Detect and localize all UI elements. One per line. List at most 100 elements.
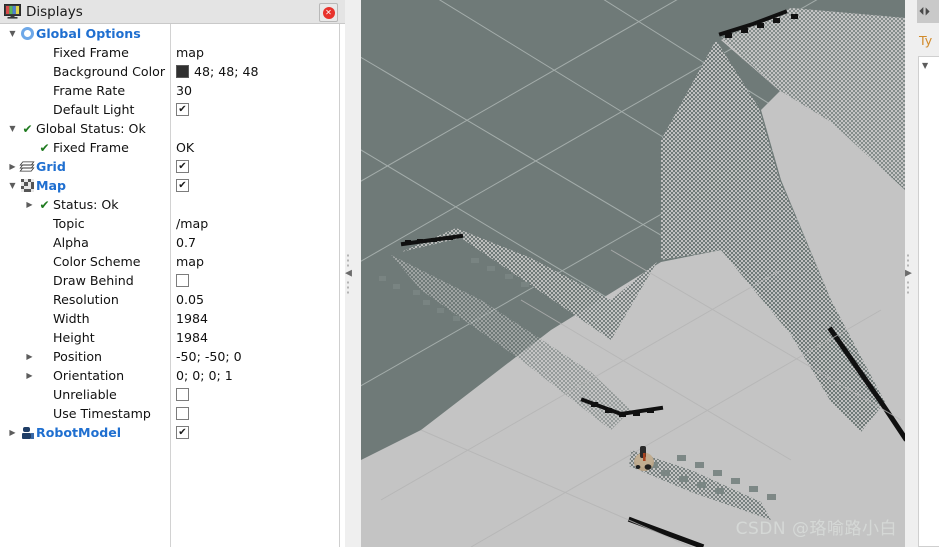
- views-panel: ⏴⏵ Ty ▼: [917, 0, 939, 547]
- color-swatch[interactable]: [176, 65, 189, 78]
- tree-row-label: Height: [53, 330, 95, 345]
- collapse-right-icon[interactable]: ▶: [905, 269, 912, 278]
- tree-row-value: /map: [176, 216, 209, 231]
- tree-row-label: Global Options: [36, 26, 141, 41]
- tree-row-checkbox[interactable]: [176, 179, 189, 192]
- map-icon: [19, 179, 36, 192]
- tree-row-label: RobotModel: [36, 425, 122, 440]
- close-icon: ✕: [325, 7, 332, 17]
- tree-row-value: 0; 0; 0; 1: [176, 368, 233, 383]
- tree-row-value: 1984: [176, 330, 209, 345]
- displays-panel-titlebar: Displays ✕: [0, 0, 345, 24]
- tree-row-value: 0.05: [176, 292, 205, 307]
- monitor-icon: [4, 4, 21, 19]
- tree-row-label: Frame Rate: [53, 83, 126, 98]
- tree-row-label: Unreliable: [53, 387, 117, 402]
- tree-row-checkbox[interactable]: [176, 160, 189, 173]
- displays-panel: Displays ✕ Global Options Fixed Frame map B…: [0, 0, 345, 547]
- tree-row-value: 0.7: [176, 235, 197, 250]
- tree-row-value-cell: map: [176, 252, 204, 271]
- tree-row-value: 1984: [176, 311, 209, 326]
- tree-row-label: Fixed Frame: [53, 45, 129, 60]
- tree-row-value-cell: [176, 385, 189, 404]
- tree-row-label: Topic: [53, 216, 85, 231]
- tree-expand-arrow[interactable]: [23, 200, 36, 209]
- tree-row-value: map: [176, 254, 204, 269]
- tree-row[interactable]: ✔Global Status: Ok: [0, 119, 345, 138]
- tree-row-value-cell: [176, 271, 189, 290]
- tree-row[interactable]: ✔ Fixed Frame OK: [0, 138, 345, 157]
- tree-row-value-cell: 1984: [176, 309, 208, 328]
- status-ok-icon: ✔: [39, 140, 50, 155]
- close-button[interactable]: ✕: [319, 3, 338, 22]
- tree-row[interactable]: Global Options: [0, 24, 345, 43]
- tree-row[interactable]: Position -50; -50; 0: [0, 347, 345, 366]
- tree-expand-arrow[interactable]: [6, 181, 19, 190]
- tree-row[interactable]: RobotModel: [0, 423, 345, 442]
- status-ok-icon: ✔: [39, 197, 50, 212]
- views-expand-icon[interactable]: ▼: [922, 61, 928, 70]
- tree-row[interactable]: Color Scheme map: [0, 252, 345, 271]
- tree-row-value-cell: 0; 0; 0; 1: [176, 366, 233, 385]
- tree-row[interactable]: Unreliable: [0, 385, 345, 404]
- tree-row-label: Color Scheme: [53, 254, 141, 269]
- right-splitter[interactable]: ▶: [905, 0, 917, 547]
- tree-row-value: 48; 48; 48: [194, 64, 259, 79]
- tree-row[interactable]: Default Light: [0, 100, 345, 119]
- tree-row[interactable]: Fixed Frame map: [0, 43, 345, 62]
- tree-row-label: Alpha: [53, 235, 89, 250]
- tree-row[interactable]: Frame Rate 30: [0, 81, 345, 100]
- tree-row-checkbox[interactable]: [176, 426, 189, 439]
- tree-row[interactable]: ✔Status: Ok: [0, 195, 345, 214]
- tree-row-value-cell: 48; 48; 48: [176, 62, 259, 81]
- tree-row-label: Background Color: [53, 64, 166, 79]
- tree-expand-arrow[interactable]: [6, 428, 19, 437]
- tree-row[interactable]: Topic/map: [0, 214, 345, 233]
- robot-icon: [19, 426, 36, 440]
- tree-rows: Global Options Fixed Frame map Background C…: [0, 24, 345, 442]
- views-panel-titlebar: ⏴⏵: [917, 0, 939, 23]
- tree-row-value-cell: -50; -50; 0: [176, 347, 242, 366]
- tree-row-label: Orientation: [53, 368, 125, 383]
- tree-expand-arrow[interactable]: [23, 371, 36, 380]
- tree-row[interactable]: Resolution 0.05: [0, 290, 345, 309]
- displays-tree[interactable]: Global Options Fixed Frame map Background C…: [0, 24, 345, 547]
- tree-row-value-cell: [176, 100, 189, 119]
- tree-row-label: Use Timestamp: [53, 406, 151, 421]
- tree-row-value-cell: 1984: [176, 328, 208, 347]
- tree-row-label: Map: [36, 178, 67, 193]
- float-panel-icon[interactable]: ⏴⏵: [919, 5, 930, 19]
- tree-row-checkbox[interactable]: [176, 274, 189, 287]
- tree-row-checkbox[interactable]: [176, 388, 189, 401]
- render-viewport[interactable]: CSDN @珞喻路小白: [361, 0, 905, 547]
- watermark-text: CSDN @珞喻路小白: [735, 519, 897, 539]
- tree-row[interactable]: Width 1984: [0, 309, 345, 328]
- status-ok-icon: ✔: [22, 121, 33, 136]
- tree-expand-arrow[interactable]: [23, 352, 36, 361]
- tree-row[interactable]: Map: [0, 176, 345, 195]
- tree-row[interactable]: Height 1984: [0, 328, 345, 347]
- tree-row[interactable]: Use Timestamp: [0, 404, 345, 423]
- tree-expand-arrow[interactable]: [6, 162, 19, 171]
- tree-row-value-cell: 0.7: [176, 233, 196, 252]
- tree-row[interactable]: Alpha 0.7: [0, 233, 345, 252]
- views-type-label: Ty: [919, 33, 933, 48]
- tree-row-label: Default Light: [53, 102, 135, 117]
- tree-row-label: Status: Ok: [53, 197, 119, 212]
- tree-row-value-cell: OK: [176, 138, 194, 157]
- tree-row[interactable]: Background Color 48; 48; 48: [0, 62, 345, 81]
- tree-row[interactable]: Draw Behind: [0, 271, 345, 290]
- robot-model: [634, 446, 654, 471]
- tree-row[interactable]: Grid: [0, 157, 345, 176]
- collapse-left-icon[interactable]: ◀: [345, 269, 352, 278]
- tree-row[interactable]: Orientation 0; 0; 0; 1: [0, 366, 345, 385]
- tree-row-checkbox[interactable]: [176, 103, 189, 116]
- left-splitter[interactable]: ◀: [345, 0, 357, 547]
- views-tree[interactable]: ▼: [918, 56, 939, 547]
- tree-expand-arrow[interactable]: [6, 29, 19, 38]
- tree-row-checkbox[interactable]: [176, 407, 189, 420]
- tree-row-value: map: [176, 45, 204, 60]
- tree-row-label: Draw Behind: [53, 273, 134, 288]
- tree-expand-arrow[interactable]: [6, 124, 19, 133]
- grid-icon: [19, 161, 36, 173]
